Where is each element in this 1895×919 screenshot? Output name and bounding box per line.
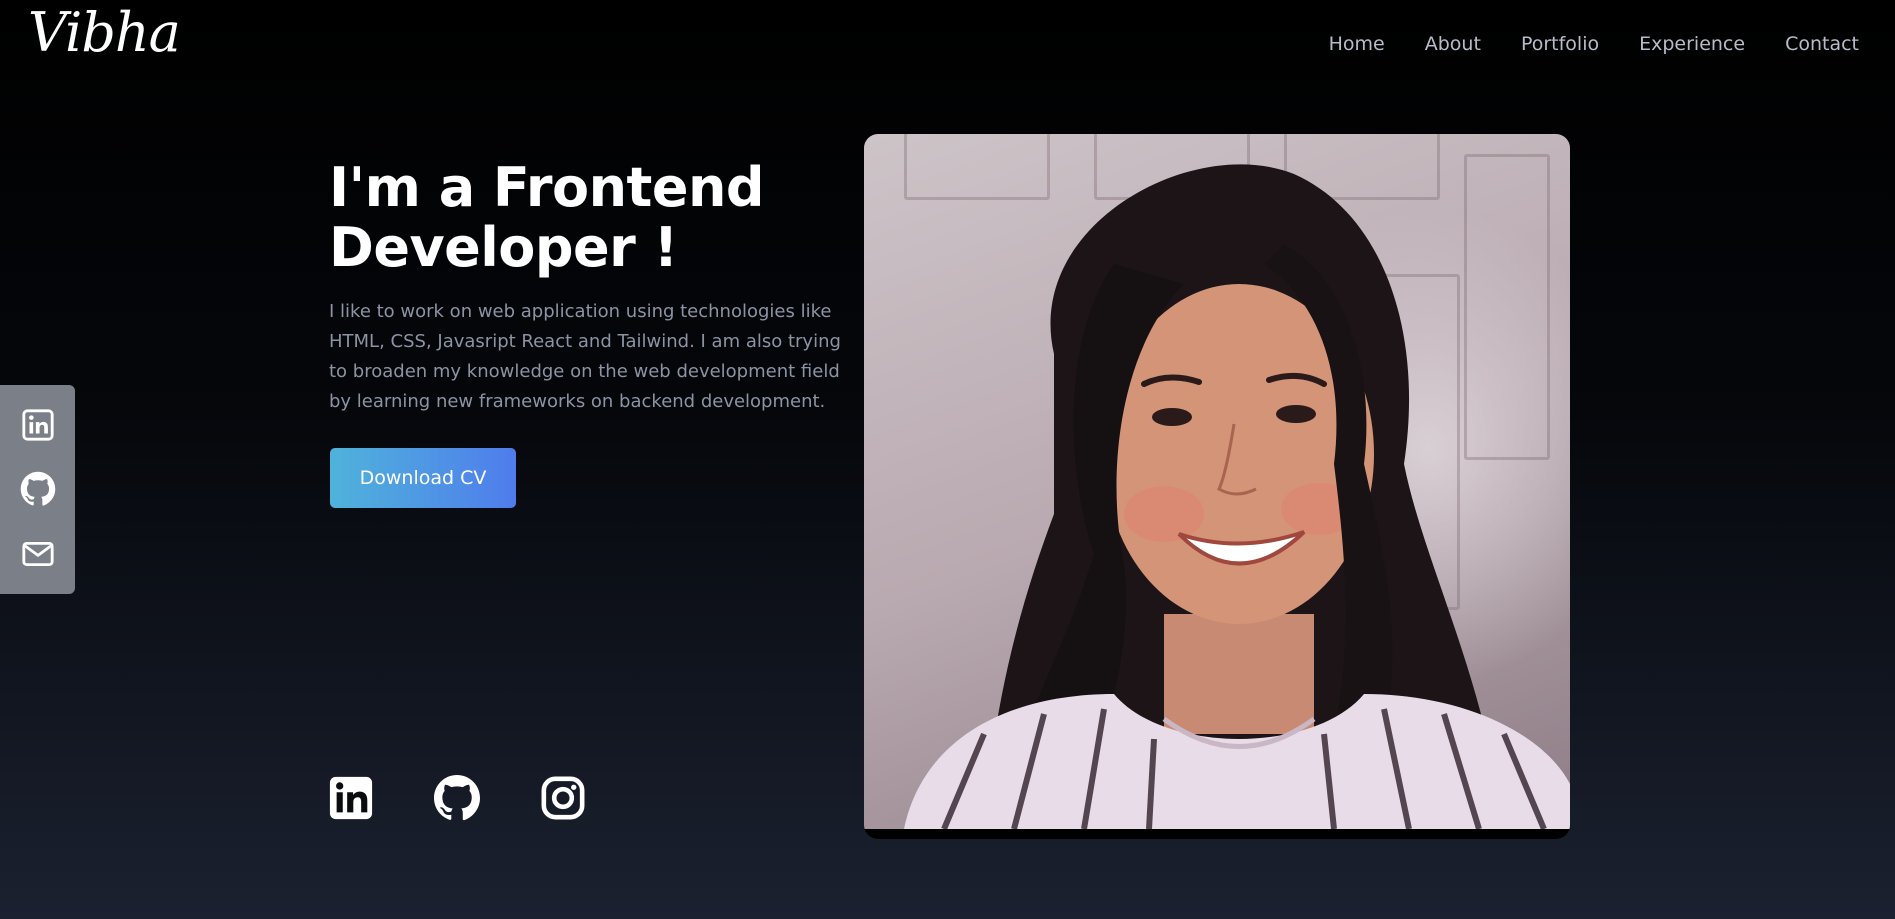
nav-experience[interactable]: Experience <box>1639 29 1745 59</box>
social-sidebar <box>0 385 75 594</box>
profile-photo <box>864 134 1570 839</box>
github-icon[interactable] <box>19 470 57 508</box>
main-nav: Home About Portfolio Experience Contact <box>1329 29 1859 59</box>
instagram-icon[interactable] <box>538 773 588 823</box>
hero-title: I'm a Frontend Developer ! <box>329 158 849 278</box>
linkedin-icon[interactable] <box>19 406 57 444</box>
mail-icon[interactable] <box>19 535 57 573</box>
hero-description: I like to work on web application using … <box>329 301 841 412</box>
bottom-social-icons <box>326 773 588 823</box>
github-icon[interactable] <box>432 773 482 823</box>
nav-about[interactable]: About <box>1425 29 1481 59</box>
logo[interactable]: Vibha <box>28 0 181 66</box>
hero-title-line2: Developer ! <box>329 216 678 279</box>
nav-portfolio[interactable]: Portfolio <box>1521 29 1599 59</box>
nav-contact[interactable]: Contact <box>1785 29 1859 59</box>
nav-home[interactable]: Home <box>1329 29 1385 59</box>
profile-photo-image <box>864 134 1570 829</box>
linkedin-icon[interactable] <box>326 773 376 823</box>
hero-title-line1: I'm a Frontend <box>329 156 765 219</box>
download-cv-button[interactable]: Download CV <box>330 448 516 508</box>
